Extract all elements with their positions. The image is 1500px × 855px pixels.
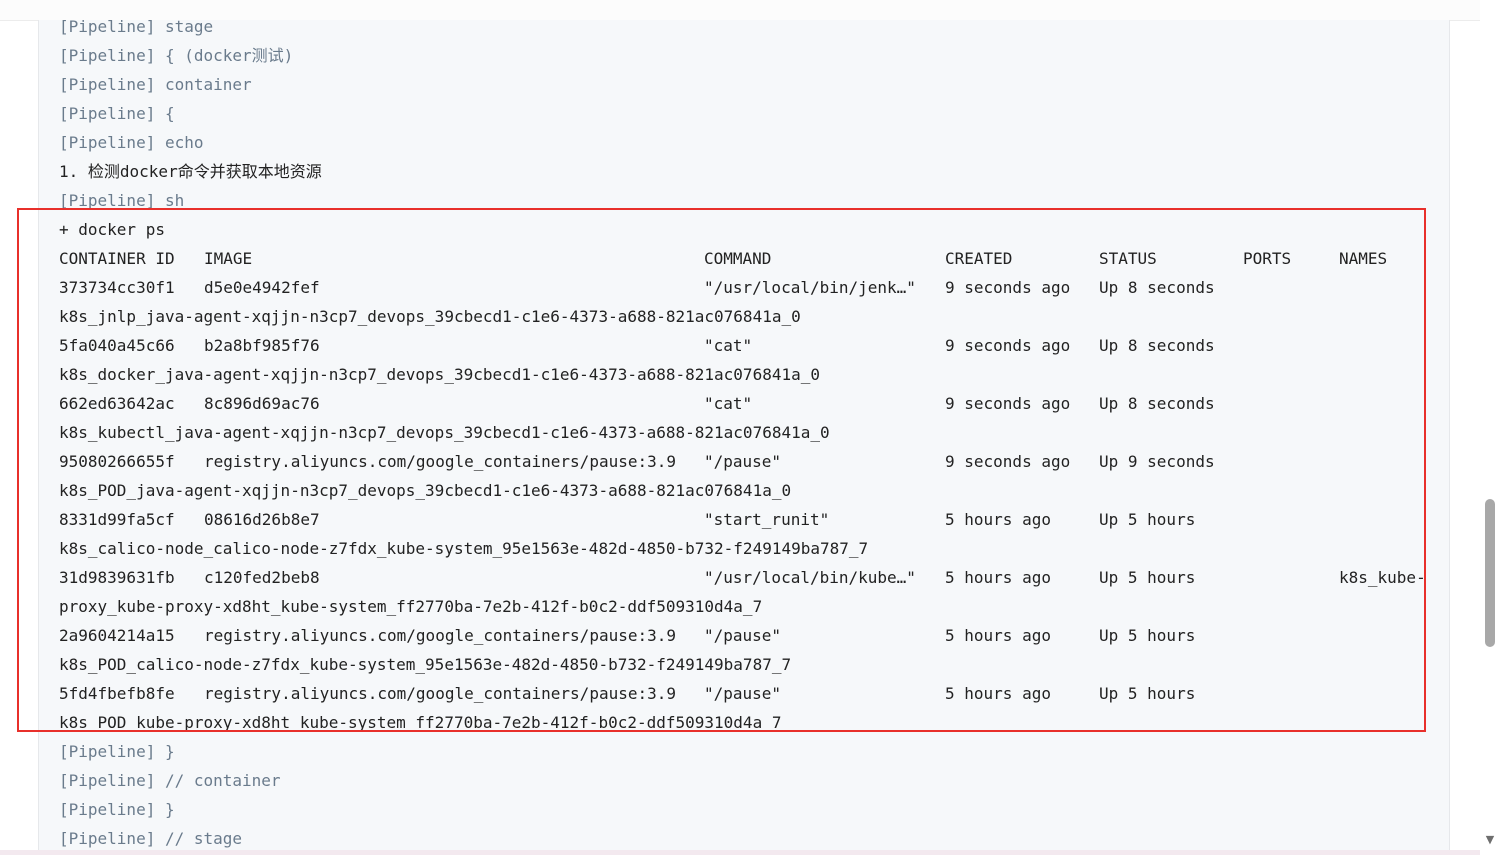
- cell-created: 9 seconds ago: [945, 452, 1071, 471]
- cell-names: k8s_kube-: [1339, 568, 1426, 587]
- console-output: [Pipeline] stage [Pipeline] { (docker测试) […: [38, 20, 1450, 855]
- container-name-wrap-line: k8s_POD_kube-proxy-xd8ht_kube-system_ff2…: [59, 713, 782, 732]
- cell-image: registry.aliyuncs.com/google_containers/…: [204, 684, 677, 703]
- cell-created: 5 hours ago: [945, 568, 1051, 587]
- cell-created: 5 hours ago: [945, 510, 1051, 529]
- scrollbar-thumb[interactable]: [1485, 499, 1495, 647]
- cell-status: Up 8 seconds: [1099, 278, 1215, 297]
- cell-id: 373734cc30f1: [59, 278, 175, 297]
- cell-command: "cat": [704, 394, 753, 413]
- column-header-image: IMAGE: [204, 249, 253, 268]
- container-name-wrap-line: k8s_POD_calico-node-z7fdx_kube-system_95…: [59, 655, 792, 674]
- column-header-id: CONTAINER ID: [59, 249, 175, 268]
- cell-image: 08616d26b8e7: [204, 510, 320, 529]
- pipeline-step-line: [Pipeline] { (docker测试): [59, 46, 294, 65]
- cell-created: 5 hours ago: [945, 684, 1051, 703]
- column-header-status: STATUS: [1099, 249, 1157, 268]
- cell-image: c120fed2beb8: [204, 568, 320, 587]
- cell-created: 9 seconds ago: [945, 394, 1071, 413]
- pipeline-step-line: [Pipeline] echo: [59, 133, 204, 152]
- cell-status: Up 8 seconds: [1099, 336, 1215, 355]
- cell-status: Up 5 hours: [1099, 684, 1196, 703]
- cell-image: 8c896d69ac76: [204, 394, 320, 413]
- echo-output-line: 1. 检测docker命令并获取本地资源: [59, 162, 322, 181]
- scroll-down-arrow-icon[interactable]: ▼: [1483, 834, 1497, 846]
- cell-command: "/pause": [704, 452, 782, 471]
- pipeline-step-line: [Pipeline] // stage: [59, 829, 243, 848]
- cell-image: d5e0e4942fef: [204, 278, 320, 297]
- container-name-wrap-line: k8s_POD_java-agent-xqjjn-n3cp7_devops_39…: [59, 481, 792, 500]
- top-bar: [0, 0, 1480, 21]
- cell-image: registry.aliyuncs.com/google_containers/…: [204, 626, 677, 645]
- scrollbar-track[interactable]: [1480, 0, 1500, 855]
- column-header-command: COMMAND: [704, 249, 772, 268]
- cell-command: "/pause": [704, 684, 782, 703]
- pipeline-step-line: [Pipeline] {: [59, 104, 175, 123]
- cell-status: Up 5 hours: [1099, 568, 1196, 587]
- container-name-wrap-line: k8s_kubectl_java-agent-xqjjn-n3cp7_devop…: [59, 423, 830, 442]
- cell-status: Up 8 seconds: [1099, 394, 1215, 413]
- bottom-strip: [0, 850, 1480, 855]
- cell-id: 31d9839631fb: [59, 568, 175, 587]
- cell-status: Up 9 seconds: [1099, 452, 1215, 471]
- cell-command: "cat": [704, 336, 753, 355]
- cell-image: b2a8bf985f76: [204, 336, 320, 355]
- cell-id: 5fd4fbefb8fe: [59, 684, 175, 703]
- cell-id: 662ed63642ac: [59, 394, 175, 413]
- cell-status: Up 5 hours: [1099, 510, 1196, 529]
- cell-status: Up 5 hours: [1099, 626, 1196, 645]
- pipeline-step-line: [Pipeline] // container: [59, 771, 281, 790]
- cell-created: 9 seconds ago: [945, 336, 1071, 355]
- pipeline-step-line: [Pipeline] sh: [59, 191, 185, 210]
- column-header-ports: PORTS: [1243, 249, 1292, 268]
- column-header-created: CREATED: [945, 249, 1013, 268]
- pipeline-step-line: [Pipeline] container: [59, 75, 252, 94]
- cell-command: "/pause": [704, 626, 782, 645]
- cell-id: 5fa040a45c66: [59, 336, 175, 355]
- cell-image: registry.aliyuncs.com/google_containers/…: [204, 452, 677, 471]
- shell-command-line: + docker ps: [59, 220, 165, 239]
- cell-id: 95080266655f: [59, 452, 175, 471]
- cell-created: 5 hours ago: [945, 626, 1051, 645]
- column-header-names: NAMES: [1339, 249, 1388, 268]
- cell-id: 2a9604214a15: [59, 626, 175, 645]
- container-name-wrap-line: proxy_kube-proxy-xd8ht_kube-system_ff277…: [59, 597, 763, 616]
- cell-command: "start_runit": [704, 510, 830, 529]
- pipeline-step-line: [Pipeline] }: [59, 800, 175, 819]
- cell-created: 9 seconds ago: [945, 278, 1071, 297]
- cell-command: "/usr/local/bin/kube…": [704, 568, 916, 587]
- container-name-wrap-line: k8s_docker_java-agent-xqjjn-n3cp7_devops…: [59, 365, 820, 384]
- pipeline-step-line: [Pipeline] }: [59, 742, 175, 761]
- cell-id: 8331d99fa5cf: [59, 510, 175, 529]
- container-name-wrap-line: k8s_jnlp_java-agent-xqjjn-n3cp7_devops_3…: [59, 307, 801, 326]
- container-name-wrap-line: k8s_calico-node_calico-node-z7fdx_kube-s…: [59, 539, 869, 558]
- pipeline-step-line: [Pipeline] stage: [59, 20, 214, 36]
- cell-command: "/usr/local/bin/jenk…": [704, 278, 916, 297]
